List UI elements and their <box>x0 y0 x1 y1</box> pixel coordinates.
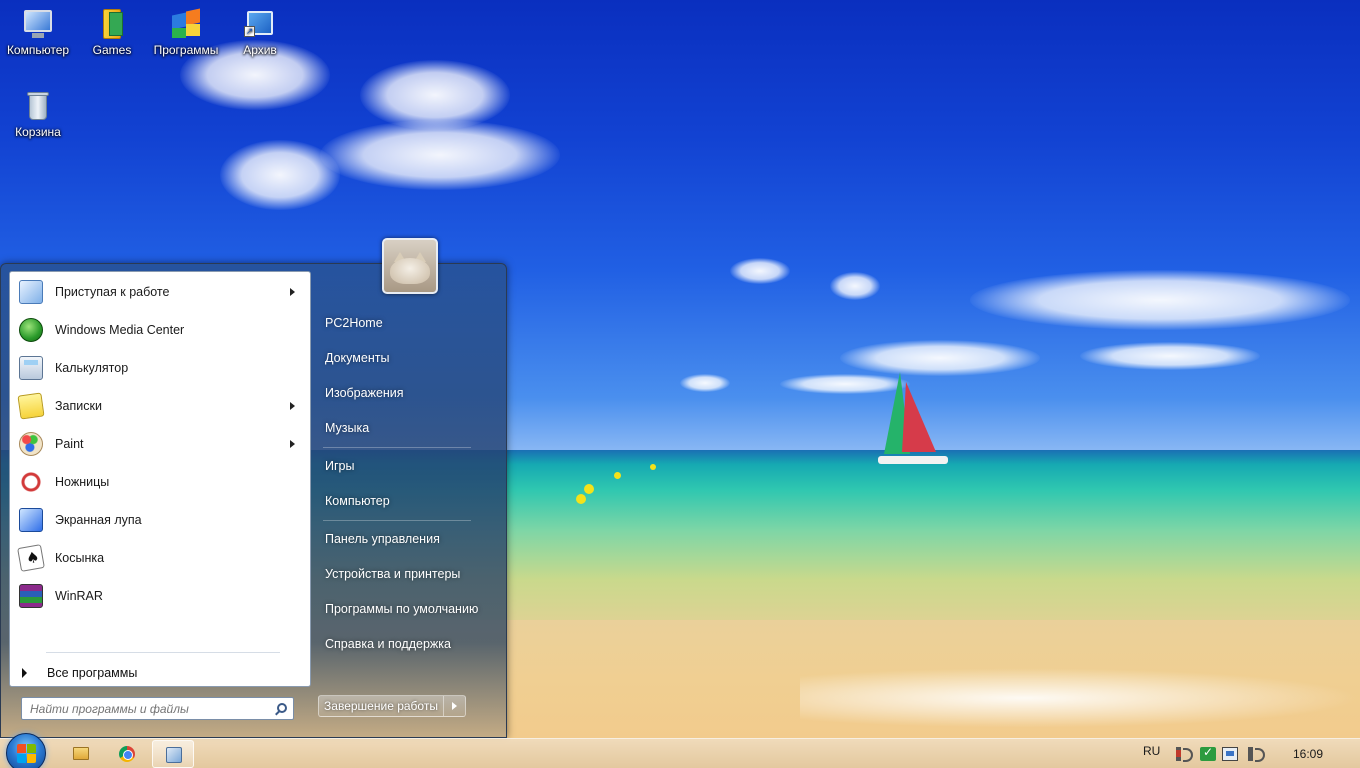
taskbar-chrome-button[interactable] <box>106 740 148 768</box>
all-programs-label: Все программы <box>47 666 138 680</box>
start-right-control-panel[interactable]: Панель управления <box>319 526 499 552</box>
desktop-icon-games[interactable]: Games <box>74 2 150 57</box>
desktop-icon-computer[interactable]: Компьютер <box>0 2 76 57</box>
start-item-paint[interactable]: Paint <box>13 426 307 462</box>
shutdown-options-arrow-icon[interactable] <box>444 695 466 717</box>
start-item-sticky-notes[interactable]: Записки <box>13 388 307 424</box>
start-right-label: Справка и поддержка <box>325 637 451 651</box>
start-item-label: Записки <box>55 399 102 413</box>
start-right-user-folder[interactable]: PC2Home <box>319 310 499 336</box>
start-right-label: Устройства и принтеры <box>325 567 461 581</box>
winrar-icon <box>15 580 47 612</box>
submenu-arrow-icon[interactable] <box>290 402 295 410</box>
start-item-winrar[interactable]: WinRAR <box>13 578 307 614</box>
windows-media-center-icon <box>15 314 47 346</box>
search-icon[interactable] <box>277 703 287 713</box>
start-item-label: Приступая к работе <box>55 285 170 299</box>
start-item-label: Экранная лупа <box>55 513 142 527</box>
start-item-calculator[interactable]: Калькулятор <box>13 350 307 386</box>
control-panel-icon <box>166 747 182 763</box>
desktop-icon-label: Компьютер <box>6 43 70 57</box>
solitaire-icon <box>15 542 47 574</box>
games-icon <box>96 8 128 40</box>
desktop-icon-label: Корзина <box>15 125 61 139</box>
start-right-documents[interactable]: Документы <box>319 345 499 371</box>
network-icon[interactable] <box>1222 747 1238 761</box>
desktop-icon-recycle-bin[interactable]: Корзина <box>0 84 76 139</box>
divider <box>323 520 471 521</box>
start-right-label: Музыка <box>325 421 370 435</box>
start-right-games[interactable]: Игры <box>319 453 499 479</box>
divider <box>323 447 471 448</box>
divider <box>46 652 280 653</box>
shutdown-button[interactable]: Завершение работы <box>318 695 444 717</box>
start-menu-programs-pane: Приступая к работе Windows Media Center … <box>9 271 311 687</box>
submenu-arrow-icon[interactable] <box>290 288 295 296</box>
start-item-label: Косынка <box>55 551 105 565</box>
start-right-label: Компьютер <box>325 494 390 508</box>
desktop-icon-archive[interactable]: ↗ Архив <box>222 2 298 57</box>
start-right-music[interactable]: Музыка <box>319 415 499 441</box>
start-right-label: Программы по умолчанию <box>325 602 479 616</box>
all-programs-button[interactable]: Все программы <box>18 660 278 686</box>
submenu-arrow-icon[interactable] <box>290 440 295 448</box>
volume-icon[interactable] <box>1248 747 1265 762</box>
programs-icon <box>170 8 202 40</box>
start-item-label: Paint <box>55 437 84 451</box>
desktop-icon-label: Архив <box>243 43 277 57</box>
start-right-label: Документы <box>325 351 390 365</box>
search-input[interactable] <box>30 698 270 719</box>
start-right-label: Игры <box>325 459 355 473</box>
start-right-devices-printers[interactable]: Устройства и принтеры <box>319 561 499 587</box>
start-right-label: Изображения <box>325 386 404 400</box>
computer-icon <box>22 8 54 40</box>
start-item-getting-started[interactable]: Приступая к работе <box>13 274 307 310</box>
folder-icon <box>73 747 89 760</box>
desktop-icon-label: Программы <box>153 43 219 57</box>
user-account-picture[interactable] <box>382 238 438 294</box>
start-search-box[interactable] <box>21 697 294 720</box>
arrow-right-icon <box>22 668 27 678</box>
start-item-magnifier[interactable]: Экранная лупа <box>13 502 307 538</box>
magnifier-icon <box>15 504 47 536</box>
start-item-snipping-tool[interactable]: Ножницы <box>13 464 307 500</box>
sticky-notes-icon <box>15 390 47 422</box>
desktop-icon-programs[interactable]: Программы <box>148 2 224 57</box>
start-right-label: PC2Home <box>325 316 383 330</box>
start-item-label: Windows Media Center <box>55 323 185 337</box>
chrome-icon <box>119 746 135 762</box>
start-right-label: Панель управления <box>325 532 440 546</box>
start-item-label: Калькулятор <box>55 361 129 375</box>
desktop-icon-label: Games <box>92 43 132 57</box>
getting-started-icon <box>15 276 47 308</box>
shutdown-label: Завершение работы <box>324 699 438 713</box>
speaker-muted-icon[interactable] <box>1176 747 1193 762</box>
start-right-computer[interactable]: Компьютер <box>319 488 499 514</box>
taskbar-control-panel-button[interactable] <box>152 740 194 768</box>
action-center-check-icon[interactable] <box>1200 745 1216 761</box>
archive-shortcut-icon: ↗ <box>244 8 276 40</box>
clock[interactable]: 16:09 <box>1293 747 1323 761</box>
start-item-solitaire[interactable]: Косынка <box>13 540 307 576</box>
start-right-pictures[interactable]: Изображения <box>319 380 499 406</box>
start-item-windows-media-center[interactable]: Windows Media Center <box>13 312 307 348</box>
start-item-label: Ножницы <box>55 475 110 489</box>
paint-icon <box>15 428 47 460</box>
taskbar: RU 16:09 <box>0 733 1360 768</box>
calculator-icon <box>15 352 47 384</box>
recycle-bin-icon <box>22 90 54 122</box>
start-button[interactable] <box>6 733 46 768</box>
start-right-default-programs[interactable]: Программы по умолчанию <box>319 596 499 622</box>
start-item-label: WinRAR <box>55 589 103 603</box>
taskbar-explorer-button[interactable] <box>60 740 102 768</box>
language-indicator[interactable]: RU <box>1143 744 1160 758</box>
snipping-tool-icon <box>15 466 47 498</box>
start-right-help-support[interactable]: Справка и поддержка <box>319 631 499 657</box>
start-menu: Приступая к работе Windows Media Center … <box>0 238 507 738</box>
